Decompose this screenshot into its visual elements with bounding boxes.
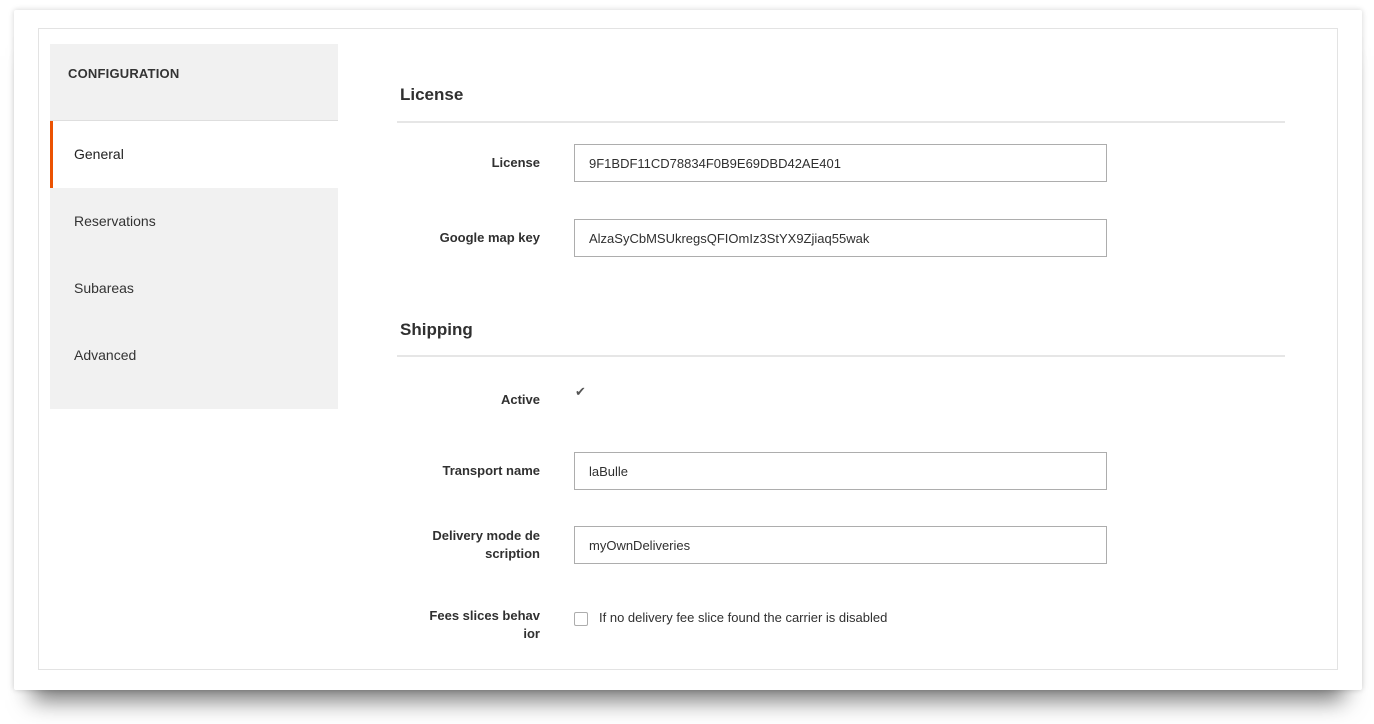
delivery-mode-label: Delivery mode de scription	[340, 527, 540, 563]
section-divider	[397, 355, 1285, 357]
screenshot-card: CONFIGURATION General Reservations Subar…	[14, 10, 1362, 690]
fees-slices-label-line2: ior	[523, 626, 540, 641]
license-label: License	[491, 155, 540, 170]
transport-name-label: Transport name	[442, 463, 540, 478]
transport-name-input[interactable]	[574, 452, 1107, 490]
sidebar-item-subareas[interactable]: Subareas	[50, 255, 338, 322]
config-sidebar: CONFIGURATION General Reservations Subar…	[50, 44, 338, 409]
checkmark-icon: ✔	[575, 384, 586, 399]
sidebar-header: CONFIGURATION	[50, 44, 338, 121]
sidebar-item-label: Subareas	[74, 280, 134, 296]
fees-slices-label: Fees slices behav ior	[340, 607, 540, 643]
sidebar-item-label: General	[74, 146, 124, 162]
section-title-license: License	[400, 85, 464, 104]
google-map-key-input[interactable]	[574, 219, 1107, 257]
section-divider	[397, 121, 1285, 123]
sidebar-item-label: Reservations	[74, 213, 156, 229]
fees-slices-checkbox-text: If no delivery fee slice found the carri…	[599, 610, 888, 625]
fees-slices-checkbox[interactable]	[574, 612, 588, 626]
section-title-shipping: Shipping	[400, 320, 473, 339]
active-checkbox[interactable]: ✔	[574, 384, 588, 401]
delivery-mode-label-line2: scription	[485, 546, 540, 561]
sidebar-item-label: Advanced	[74, 347, 137, 363]
sidebar-item-reservations[interactable]: Reservations	[50, 188, 338, 255]
sidebar-item-general[interactable]: General	[50, 121, 338, 188]
delivery-mode-label-line1: Delivery mode de	[432, 528, 540, 543]
active-label: Active	[500, 392, 540, 407]
sidebar-item-advanced[interactable]: Advanced	[50, 322, 338, 389]
license-input[interactable]	[574, 144, 1107, 182]
fees-slices-label-line1: Fees slices behav	[429, 608, 540, 623]
delivery-mode-input[interactable]	[574, 526, 1107, 564]
configuration-panel: CONFIGURATION General Reservations Subar…	[38, 28, 1338, 670]
google-map-key-label: Google map key	[439, 230, 540, 245]
